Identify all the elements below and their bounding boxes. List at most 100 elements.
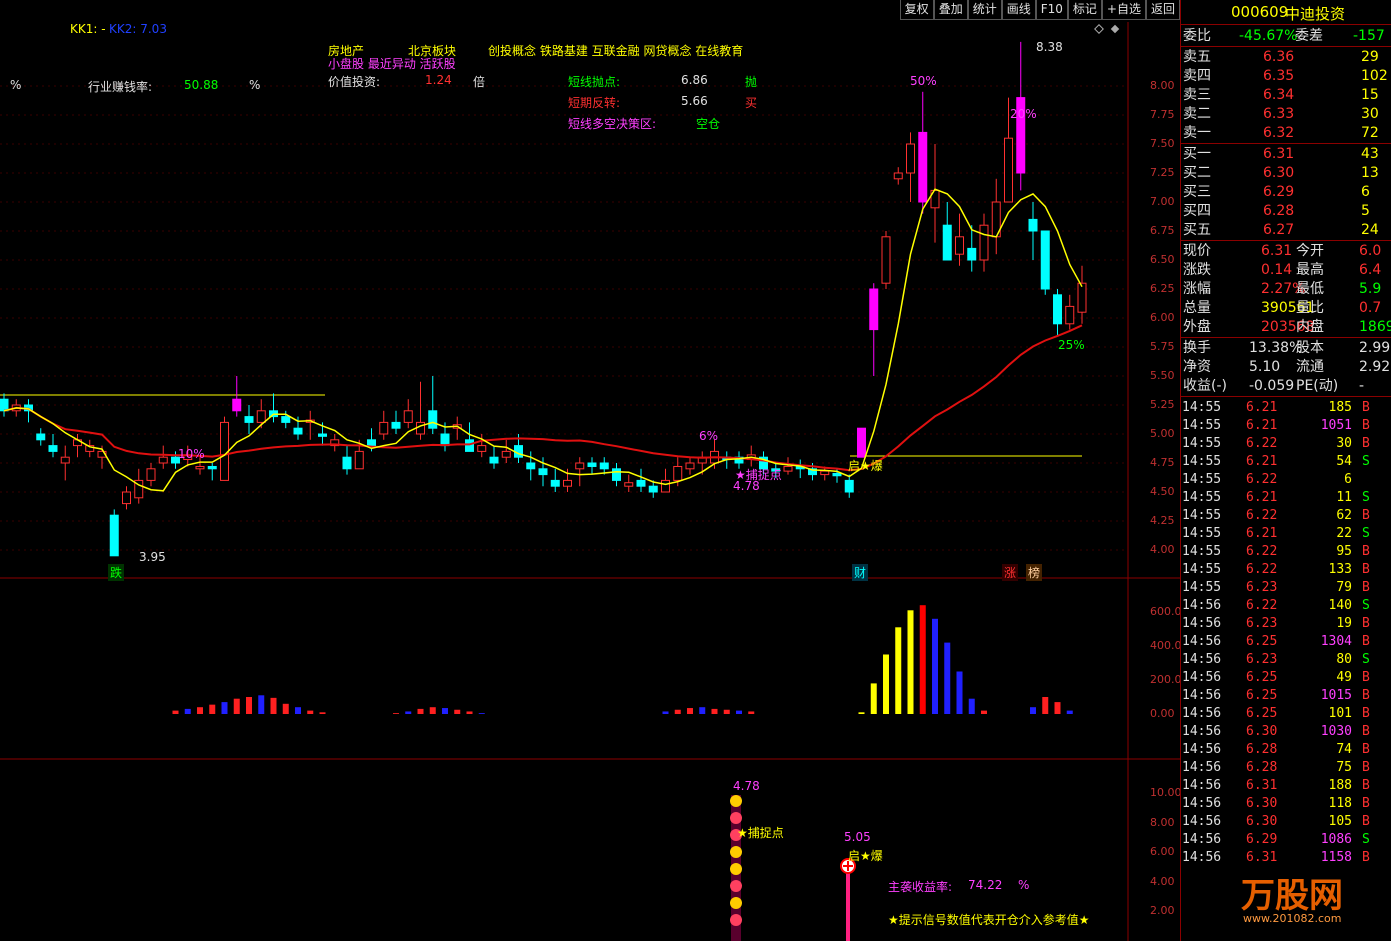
volume-bar (1030, 707, 1036, 714)
divider (1181, 240, 1391, 241)
tick-side: S (1362, 490, 1370, 505)
trade-tick-row[interactable]: 14:56 6.30 1030 B (1182, 723, 1391, 741)
stat-label: 涨幅 (1183, 281, 1211, 297)
candle-body (293, 427, 303, 435)
trade-tick-row[interactable]: 14:55 6.23 79 B (1182, 579, 1391, 597)
tick-side: B (1362, 742, 1370, 757)
volume-bar (282, 703, 289, 714)
trade-tick-row[interactable]: 14:56 6.28 74 B (1182, 741, 1391, 759)
toolbar-statistics-button[interactable]: 统计 (967, 0, 1002, 20)
tick-price: 6.30 (1246, 796, 1278, 811)
trade-tick-row[interactable]: 14:55 6.21 22 S (1182, 525, 1391, 543)
trade-tick-row[interactable]: 14:55 6.22 133 B (1182, 561, 1391, 579)
industry-unit: % (249, 78, 261, 92)
stock-tags: 小盘股 最近异动 活跃股 (328, 57, 456, 71)
bid-price: 6.27 (1263, 222, 1295, 238)
trade-tick-row[interactable]: 14:56 6.28 75 B (1182, 759, 1391, 777)
trade-tick-row[interactable]: 14:55 6.22 6 (1182, 471, 1391, 489)
candle-body (612, 468, 621, 481)
tick-time: 14:56 (1182, 796, 1222, 811)
volume-bar (858, 712, 865, 714)
bid-volume: 13 (1361, 165, 1379, 181)
candle-body (820, 470, 830, 476)
tick-time: 14:56 (1182, 850, 1222, 865)
trade-tick-row[interactable]: 14:56 6.23 80 S (1182, 651, 1391, 669)
volume-bar (895, 627, 902, 714)
income-label: 主袭收益率: (888, 880, 953, 894)
tick-volume: 22 (1336, 526, 1352, 541)
volume-axis-tick: 400.0 (1150, 639, 1182, 652)
trade-tick-row[interactable]: 14:56 6.25 1304 B (1182, 633, 1391, 651)
toolbar-mark-button[interactable]: 标记 (1067, 0, 1102, 20)
tick-side: S (1362, 454, 1370, 469)
trade-tick-row[interactable]: 14:56 6.25 101 B (1182, 705, 1391, 723)
volume-bar (246, 697, 252, 714)
toolbar-draw-button[interactable]: 画线 (1001, 0, 1036, 20)
ask-label: 卖一 (1183, 125, 1211, 141)
candle-body (857, 427, 866, 458)
weicha-value: -157 (1353, 28, 1385, 44)
trade-tick-row[interactable]: 14:55 6.22 95 B (1182, 543, 1391, 561)
trade-tick-row[interactable]: 14:56 6.30 118 B (1182, 795, 1391, 813)
trade-tick-row[interactable]: 14:56 6.29 1086 S (1182, 831, 1391, 849)
signal-boom: 启★爆 (848, 849, 883, 863)
candle-body (232, 398, 242, 412)
price-axis-tick: 4.75 (1150, 456, 1175, 469)
trade-tick-row[interactable]: 14:56 6.30 105 B (1182, 813, 1391, 831)
candle-body (122, 491, 131, 505)
trade-tick-row[interactable]: 14:55 6.21 1051 B (1182, 417, 1391, 435)
legend-kk1: KK1: - (70, 22, 106, 36)
price-axis-tick: 6.25 (1150, 282, 1175, 295)
tick-price: 6.22 (1246, 436, 1278, 451)
volume-bar (944, 642, 951, 714)
trade-tick-row[interactable]: 14:55 6.21 54 S (1182, 453, 1391, 471)
tick-time: 14:55 (1182, 490, 1222, 505)
tick-volume: 1086 (1320, 832, 1352, 847)
toolbar-restore-rights-button[interactable]: 复权 (899, 0, 934, 20)
tick-side: B (1362, 688, 1370, 703)
trade-tick-row[interactable]: 14:56 6.22 140 S (1182, 597, 1391, 615)
signal1-label: 短线抛点: (568, 75, 621, 89)
trade-tick-row[interactable]: 14:55 6.22 62 B (1182, 507, 1391, 525)
candle-body (501, 450, 511, 458)
volume-bar (233, 698, 240, 714)
trade-tick-row[interactable]: 14:56 6.31 1158 B (1182, 849, 1391, 867)
candle-body (379, 421, 389, 435)
tick-time: 14:55 (1182, 418, 1222, 433)
toolbar-back-button[interactable]: 返回 (1145, 0, 1180, 20)
tick-side: S (1362, 526, 1370, 541)
candle-body (244, 416, 254, 423)
candle-body (195, 465, 205, 470)
toolbar-f10-button[interactable]: F10 (1035, 0, 1068, 20)
weibi-value: -45.67% (1239, 28, 1298, 44)
toolbar-add-watchlist-button[interactable]: +自选 (1101, 0, 1146, 20)
industry-label: 行业赚钱率: (88, 80, 153, 94)
trade-tick-row[interactable]: 14:56 6.25 1015 B (1182, 687, 1391, 705)
candle-body (526, 462, 536, 470)
tick-price: 6.28 (1246, 742, 1278, 757)
trade-tick-row[interactable]: 14:55 6.21 185 B (1182, 399, 1391, 417)
candle-body (636, 479, 646, 487)
tick-time: 14:56 (1182, 670, 1222, 685)
chart-toolbar: 复权 叠加 统计 画线 F10 标记 +自选 返回 (899, 0, 1180, 20)
candle-body (673, 465, 683, 481)
tick-price: 6.29 (1246, 832, 1278, 847)
signal-emoji-icon (730, 863, 742, 875)
kline-chart-canvas[interactable] (0, 0, 1180, 941)
volume-bar (968, 698, 975, 714)
volume-bar (319, 712, 326, 714)
diamond-icon (1094, 24, 1104, 34)
toolbar-overlay-button[interactable]: 叠加 (933, 0, 968, 20)
trade-tick-row[interactable]: 14:55 6.22 30 B (1182, 435, 1391, 453)
trade-tick-row[interactable]: 14:56 6.25 49 B (1182, 669, 1391, 687)
tick-side: B (1362, 436, 1370, 451)
trade-tick-row[interactable]: 14:56 6.23 19 B (1182, 615, 1391, 633)
trade-tick-row[interactable]: 14:56 6.31 188 B (1182, 777, 1391, 795)
candle-body (979, 224, 989, 261)
weicha-label: 委差 (1295, 28, 1323, 44)
kline-chart-area[interactable]: KK1: - KK2: 7.03 房地产 北京板块 创投概念 铁路基建 互联金融… (0, 0, 1182, 941)
volume-bar (1066, 710, 1073, 714)
trade-tick-row[interactable]: 14:55 6.21 11 S (1182, 489, 1391, 507)
tick-price: 6.22 (1246, 544, 1278, 559)
candle-body (538, 468, 548, 476)
